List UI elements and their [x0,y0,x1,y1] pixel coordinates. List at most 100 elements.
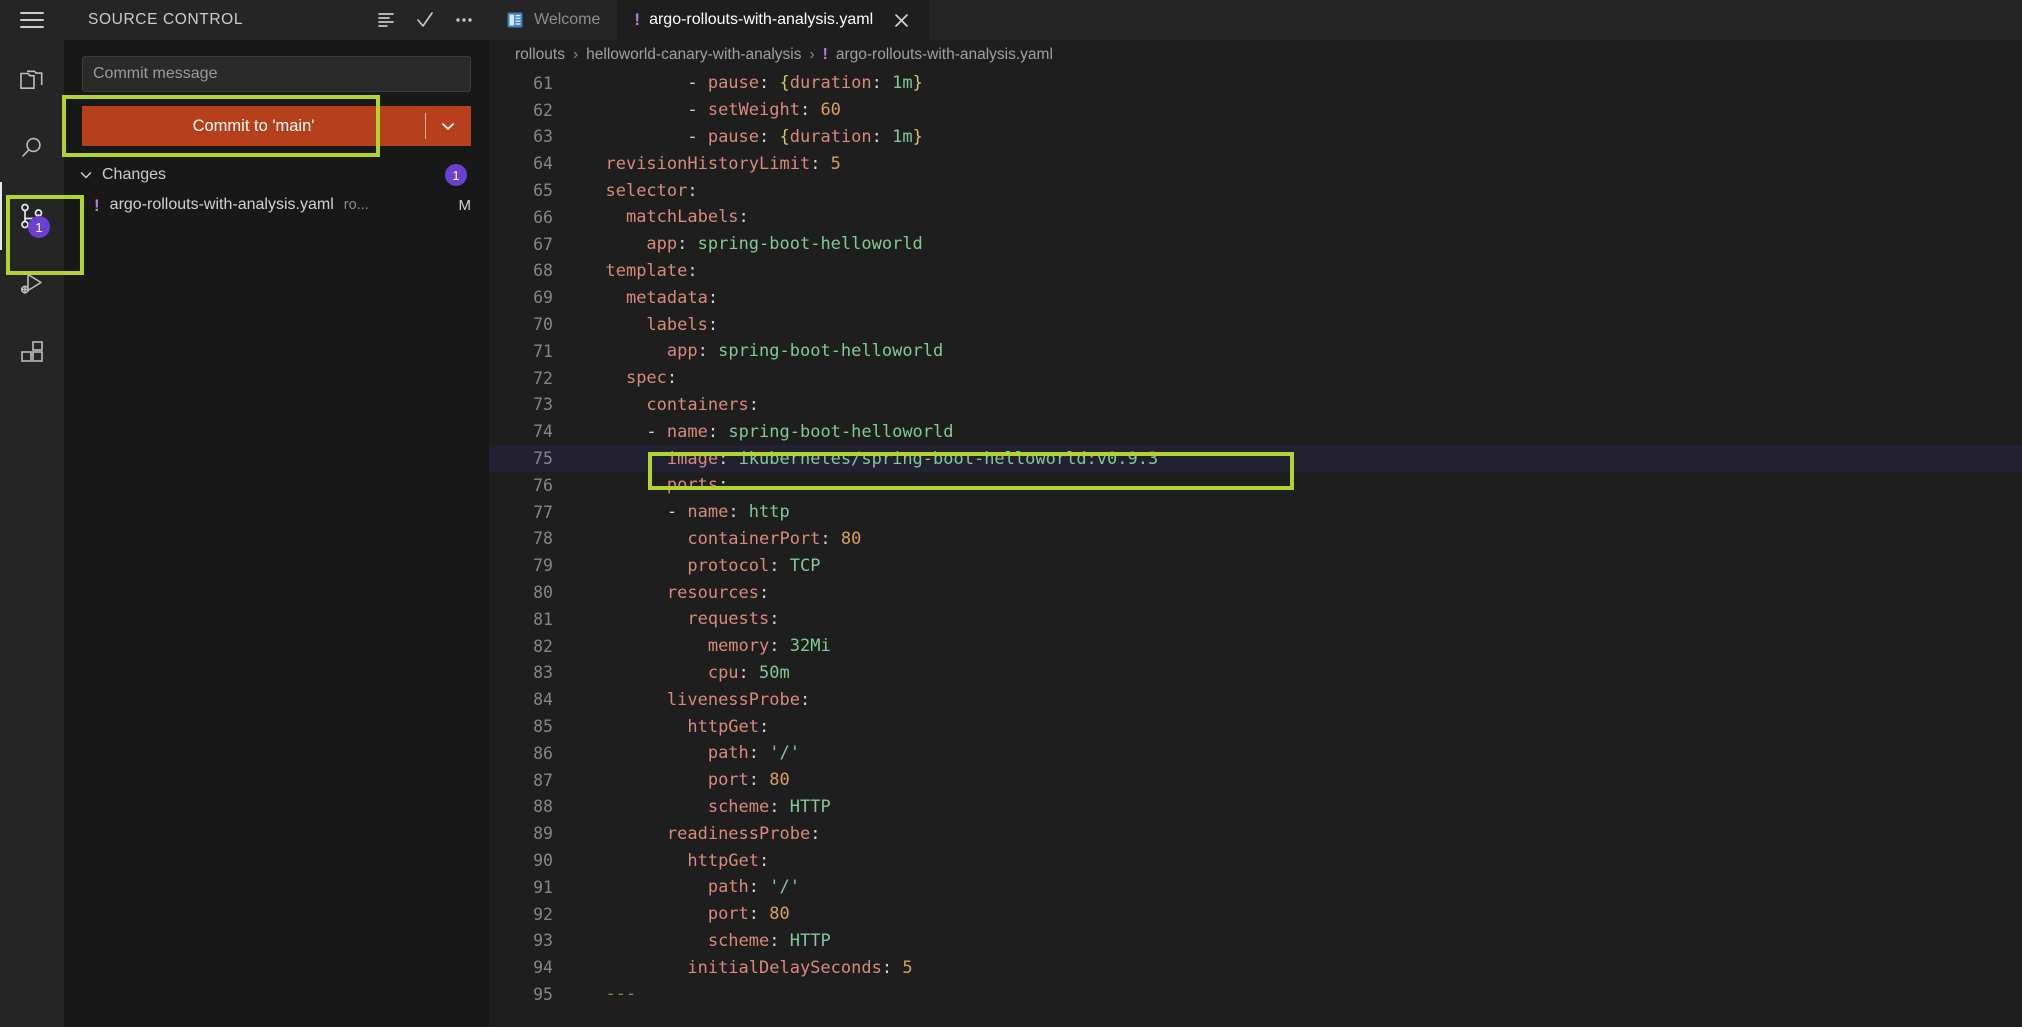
activity-bar: 1 [0,40,64,1027]
editor-line-70[interactable]: 70 labels: [489,311,2022,338]
editor-line-95[interactable]: 95 --- [489,981,2022,1008]
chevron-down-icon [439,117,457,135]
changed-file-name: argo-rollouts-with-analysis.yaml [109,196,334,213]
more-actions-icon[interactable] [453,9,475,31]
warning-exclamation-icon: ! [822,46,828,63]
line-number: 81 [533,609,553,629]
editor-line-86[interactable]: 86 path: '/' [489,740,2022,767]
line-content: resources: [666,582,770,603]
line-number: 92 [533,904,553,924]
editor-line-85[interactable]: 85 httpGet: [489,713,2022,740]
warning-exclamation-icon: ! [634,10,641,29]
line-number: 61 [533,73,553,93]
line-content: containerPort: 80 [687,528,862,549]
line-content: - setWeight: 60 [585,100,841,121]
breadcrumb-item-helloworld-canary-with-analysis[interactable]: helloworld-canary-with-analysis [586,46,801,64]
editor-line-80[interactable]: 80 resources: [489,579,2022,606]
editor-line-72[interactable]: 72 spec: [489,365,2022,392]
explorer-icon [17,65,47,95]
activity-bar-source-control[interactable]: 1 [0,182,64,250]
line-content: httpGet: [687,850,770,871]
editor-line-91[interactable]: 91 path: '/' [489,874,2022,901]
line-content: app: spring-boot-helloworld [646,234,923,255]
line-number: 68 [533,261,553,281]
editor-line-93[interactable]: 93 scheme: HTTP [489,928,2022,955]
tab-argo-rollouts-yaml[interactable]: ! argo-rollouts-with-analysis.yaml [618,0,930,40]
line-number: 93 [533,931,553,951]
editor-line-68[interactable]: 68 template: [489,258,2022,285]
commit-check-icon[interactable] [414,9,436,31]
line-number: 82 [533,636,553,656]
editor-line-90[interactable]: 90 httpGet: [489,847,2022,874]
line-content: revisionHistoryLimit: 5 [605,153,841,174]
panel-title: SOURCE CONTROL [88,11,244,28]
editor-line-76[interactable]: 76 ports: [489,472,2022,499]
line-number: 63 [533,127,553,147]
editor-line-87[interactable]: 87 port: 80 [489,767,2022,794]
line-number: 89 [533,824,553,844]
activity-bar-run-and-debug[interactable] [0,250,64,318]
commit-button[interactable]: Commit to 'main' [82,106,425,146]
code-lines: 61 - pause: {duration: 1m} 62 - setWeight… [489,70,2022,1027]
line-content: initialDelaySeconds: 5 [687,957,913,978]
view-as-list-icon[interactable] [375,9,397,31]
activity-bar-explorer[interactable] [0,46,64,114]
line-content: ports: [666,475,729,496]
editor-line-77[interactable]: 77 - name: http [489,499,2022,526]
editor-line-71[interactable]: 71 app: spring-boot-helloworld [489,338,2022,365]
line-number: 85 [533,717,553,737]
code-editor[interactable]: 61 - pause: {duration: 1m} 62 - setWeight… [489,70,2022,1027]
editor-line-61[interactable]: 61 - pause: {duration: 1m} [489,70,2022,97]
line-number: 88 [533,797,553,817]
line-content: protocol: TCP [687,555,821,576]
editor-line-73[interactable]: 73 containers: [489,392,2022,419]
editor-line-84[interactable]: 84 livenessProbe: [489,686,2022,713]
editor-line-79[interactable]: 79 protocol: TCP [489,552,2022,579]
editor-line-92[interactable]: 92 port: 80 [489,901,2022,928]
source-control-header: SOURCE CONTROL [64,0,489,40]
line-content: cpu: 50m [707,662,790,683]
line-content: - pause: {duration: 1m} [585,126,923,147]
editor-line-83[interactable]: 83 cpu: 50m [489,660,2022,687]
line-content: app: spring-boot-helloworld [666,341,944,362]
run-and-debug-icon [17,269,47,299]
editor-line-89[interactable]: 89 readinessProbe: [489,820,2022,847]
line-number: 78 [533,529,553,549]
changes-section-header[interactable]: Changes 1 [64,160,489,190]
activity-bar-extensions[interactable] [0,318,64,386]
line-number: 94 [533,958,553,978]
breadcrumb-item-file[interactable]: argo-rollouts-with-analysis.yaml [836,46,1053,64]
line-content: image: ikubernetes/spring-boot-helloworl… [666,448,1159,469]
editor-line-74[interactable]: 74 - name: spring-boot-helloworld [489,418,2022,445]
editor-line-63[interactable]: 63 - pause: {duration: 1m} [489,124,2022,151]
editor-line-64[interactable]: 64 revisionHistoryLimit: 5 [489,150,2022,177]
menu-button[interactable] [0,0,64,40]
editor-line-66[interactable]: 66 matchLabels: [489,204,2022,231]
editor-line-75[interactable]: 75 image: ikubernetes/spring-boot-hellow… [489,445,2022,472]
breadcrumb-item-rollouts[interactable]: rollouts [515,46,565,64]
line-number: 87 [533,770,553,790]
editor-line-88[interactable]: 88 scheme: HTTP [489,794,2022,821]
line-content: matchLabels: [625,207,749,228]
editor-line-81[interactable]: 81 requests: [489,606,2022,633]
editor-line-62[interactable]: 62 - setWeight: 60 [489,97,2022,124]
list-item[interactable]: ! argo-rollouts-with-analysis.yaml ro...… [64,190,489,220]
editor-line-94[interactable]: 94 initialDelaySeconds: 5 [489,954,2022,981]
editor-line-65[interactable]: 65 selector: [489,177,2022,204]
line-number: 65 [533,181,553,201]
close-icon[interactable] [892,11,911,30]
activity-bar-search[interactable] [0,114,64,182]
line-number: 62 [533,100,553,120]
editor-line-67[interactable]: 67 app: spring-boot-helloworld [489,231,2022,258]
editor-line-69[interactable]: 69 metadata: [489,284,2022,311]
editor-area: rollouts › helloworld-canary-with-analys… [489,40,2022,1027]
tab-welcome[interactable]: Welcome [489,0,619,40]
line-number: 69 [533,288,553,308]
commit-dropdown-button[interactable] [425,106,471,146]
editor-line-82[interactable]: 82 memory: 32Mi [489,633,2022,660]
commit-message-input[interactable]: Commit message [82,56,471,92]
line-number: 70 [533,315,553,335]
line-number: 90 [533,851,553,870]
tab-bar-empty-area [929,0,2022,40]
editor-line-78[interactable]: 78 containerPort: 80 [489,526,2022,553]
